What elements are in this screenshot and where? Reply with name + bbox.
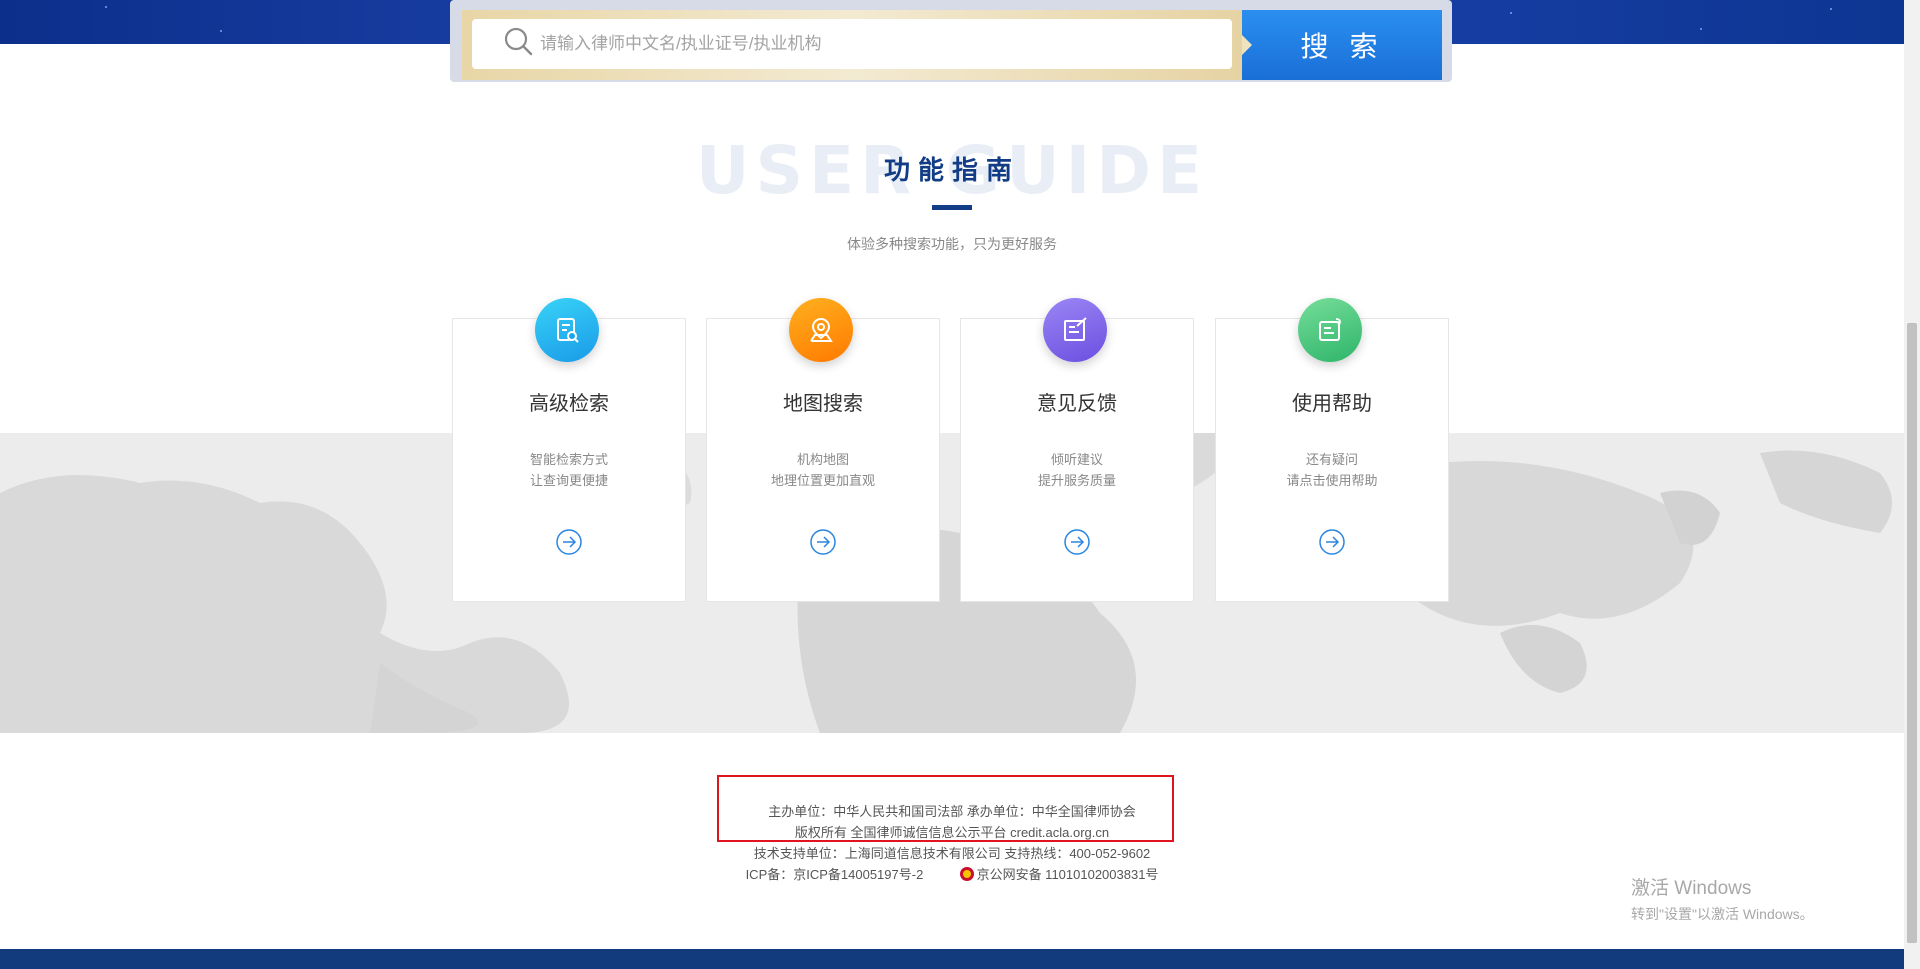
card-title: 意见反馈 <box>1037 391 1117 415</box>
help-document-icon <box>1298 298 1362 362</box>
icp-link[interactable]: ICP备：京ICP备14005197号-2 <box>746 867 924 882</box>
section-title: 功能指南 <box>883 156 1020 186</box>
footer-registration: ICP备：京ICP备14005197号-2 京公网安备 110101020038… <box>0 864 1904 883</box>
page: 搜 索 USER GUIDE 功能指南 体验多种搜索功能，只为更好服务 高级检索… <box>0 0 1904 969</box>
scrollbar-thumb[interactable] <box>1907 323 1917 943</box>
police-registration-link[interactable]: 京公网安备 11010102003831号 <box>977 867 1159 882</box>
card-description: 智能检索方式 让查询更便捷 <box>529 452 608 488</box>
bottom-bar <box>0 949 1904 969</box>
card-description: 机构地图 地理位置更加直观 <box>770 452 875 488</box>
arrow-right-circle-icon[interactable] <box>555 528 583 556</box>
edit-icon <box>1043 298 1107 362</box>
windows-activation-watermark: 激活 Windows 转到"设置"以激活 Windows。 <box>1631 878 1814 922</box>
footer-tech-support: 技术支持单位：上海同道信息技术有限公司 支持热线：400-052-9602 <box>753 846 1151 861</box>
card-title: 高级检索 <box>529 391 609 415</box>
title-underline <box>932 205 972 210</box>
card-title: 使用帮助 <box>1292 391 1372 415</box>
card-description: 还有疑问 请点击使用帮助 <box>1286 452 1378 488</box>
police-badge-icon <box>959 867 974 881</box>
card-description: 倾听建议 提升服务质量 <box>1037 452 1116 488</box>
arrow-right-circle-icon[interactable] <box>809 528 837 556</box>
section-subtitle: 体验多种搜索功能，只为更好服务 <box>847 236 1057 252</box>
map-pin-icon <box>789 298 853 362</box>
highlight-box <box>717 775 1174 842</box>
card-title: 地图搜索 <box>783 391 863 415</box>
search-input[interactable] <box>472 19 1232 69</box>
document-search-icon <box>535 298 599 362</box>
arrow-right-circle-icon[interactable] <box>1063 528 1091 556</box>
arrow-right-circle-icon[interactable] <box>1318 528 1346 556</box>
search-icon <box>504 27 533 56</box>
world-map-background <box>0 433 1904 733</box>
search-button[interactable]: 搜 索 <box>1242 10 1442 80</box>
